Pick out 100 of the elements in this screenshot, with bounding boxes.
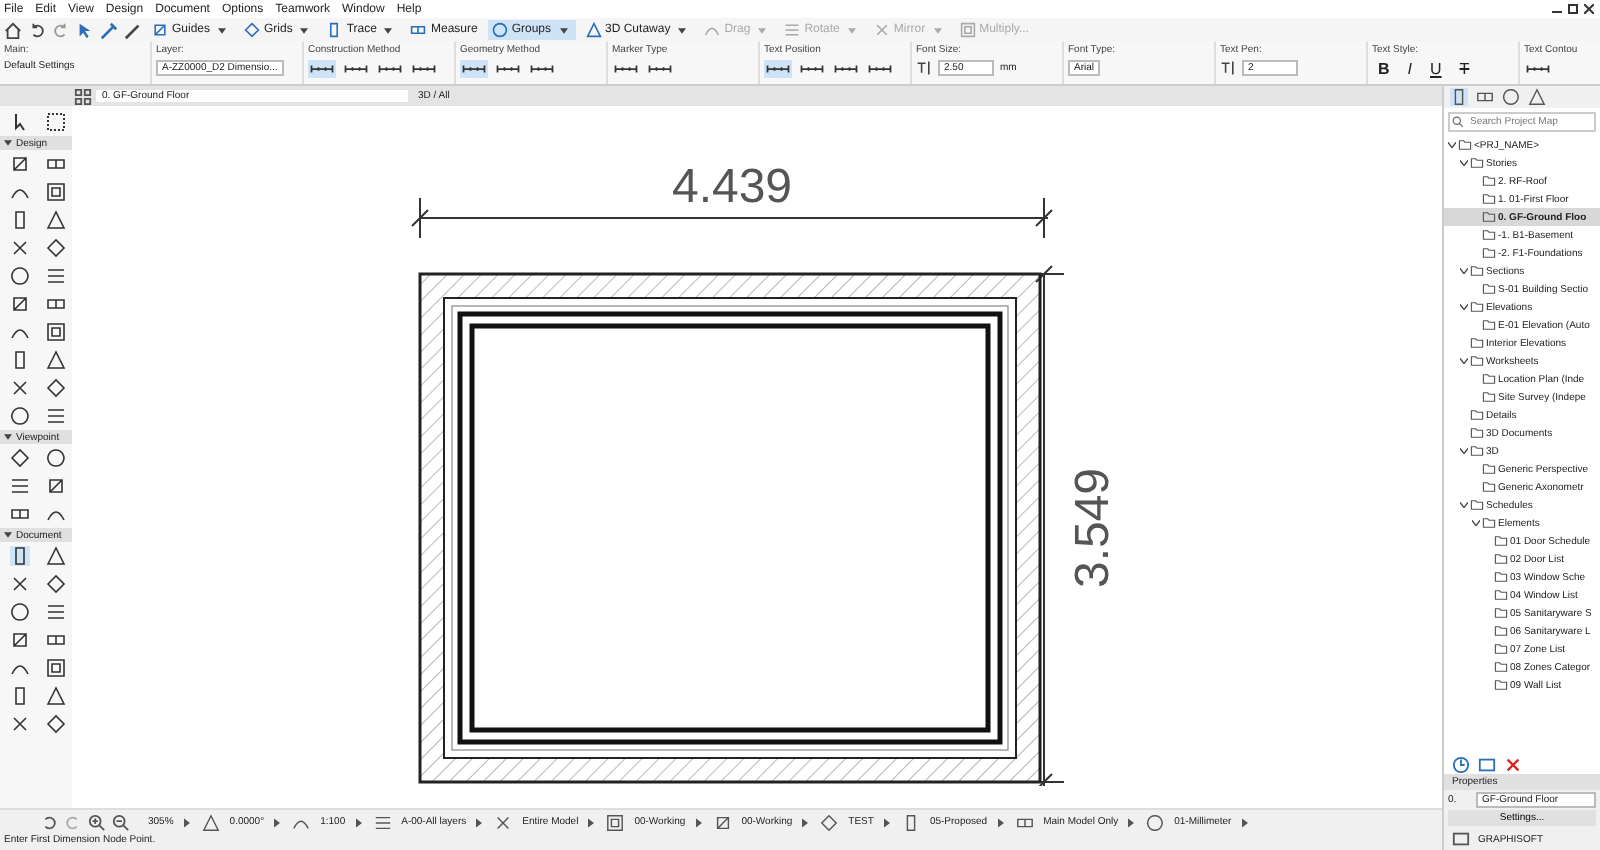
tool-icon[interactable] — [10, 504, 30, 524]
caret-icon — [1460, 304, 1468, 310]
tool-icon[interactable] — [46, 378, 66, 398]
status-icon — [901, 813, 920, 831]
option-icon[interactable] — [410, 60, 438, 78]
option-icon[interactable] — [646, 60, 674, 78]
tool-icon[interactable] — [46, 182, 66, 202]
tool-icon — [873, 22, 890, 38]
tool-icon[interactable] — [46, 210, 66, 230]
tool-icon[interactable] — [10, 406, 30, 426]
clock-icon[interactable] — [1452, 755, 1470, 773]
caret-icon — [1448, 142, 1456, 148]
tool-icon[interactable] — [10, 448, 30, 468]
status-icon — [1146, 813, 1165, 831]
tool-icon[interactable] — [46, 112, 66, 132]
option-icon[interactable] — [798, 60, 826, 78]
tool-icon — [326, 22, 343, 38]
option-icon[interactable] — [764, 60, 792, 78]
text-style-button[interactable]: U — [1424, 60, 1448, 78]
option-icon[interactable] — [460, 60, 488, 78]
option-icon[interactable] — [866, 60, 894, 78]
zoom-in-icon[interactable] — [88, 813, 106, 831]
tool-icon[interactable] — [46, 448, 66, 468]
tool-icon[interactable] — [46, 350, 66, 370]
close-icon[interactable] — [1584, 4, 1594, 14]
tool-icon[interactable] — [10, 154, 30, 174]
tool-icon[interactable] — [46, 476, 66, 496]
navigator-tab[interactable] — [1476, 88, 1494, 106]
option-icon[interactable] — [1524, 60, 1552, 78]
tool-icon[interactable] — [10, 378, 30, 398]
tool-icon[interactable] — [46, 658, 66, 678]
option-icon[interactable] — [376, 60, 404, 78]
grid-icon[interactable] — [74, 87, 92, 105]
undo-icon[interactable] — [28, 21, 46, 39]
navigator-tab[interactable] — [1502, 88, 1520, 106]
text-style-button[interactable]: B — [1372, 60, 1396, 78]
caret-icon — [384, 27, 393, 33]
delete-icon[interactable] — [1504, 755, 1522, 773]
tool-icon[interactable] — [46, 294, 66, 314]
tool-icon[interactable] — [10, 630, 30, 650]
window-icon — [1452, 830, 1470, 848]
home-icon[interactable] — [4, 21, 22, 39]
tool-icon[interactable] — [10, 350, 30, 370]
tool-icon[interactable] — [10, 546, 30, 566]
tool-icon[interactable] — [10, 238, 30, 258]
caret-icon — [300, 27, 309, 33]
option-icon[interactable] — [832, 60, 860, 78]
text-style-button[interactable]: I — [1401, 60, 1419, 78]
option-icon[interactable] — [494, 60, 522, 78]
caret-icon — [183, 817, 190, 827]
caret-icon — [588, 817, 595, 827]
tool-icon[interactable] — [10, 294, 30, 314]
option-icon[interactable] — [612, 60, 640, 78]
caret-icon — [1460, 160, 1468, 166]
tool-icon[interactable] — [46, 154, 66, 174]
text-style-button[interactable]: T — [1453, 60, 1476, 78]
window-icon[interactable] — [1478, 755, 1496, 773]
status-icon — [820, 813, 839, 831]
tool-icon[interactable] — [46, 322, 66, 342]
tool-icon — [959, 22, 976, 38]
tool-icon[interactable] — [46, 546, 66, 566]
tool-icon[interactable] — [10, 266, 30, 286]
tool-icon[interactable] — [10, 210, 30, 230]
caret-icon — [476, 817, 483, 827]
eyedropper-icon[interactable] — [100, 21, 118, 39]
tool-icon[interactable] — [10, 112, 30, 132]
tool-icon[interactable] — [46, 406, 66, 426]
caret-icon — [218, 27, 227, 33]
tool-icon[interactable] — [46, 602, 66, 622]
tool-icon[interactable] — [10, 602, 30, 622]
tool-icon[interactable] — [46, 574, 66, 594]
tool-icon[interactable] — [10, 686, 30, 706]
zoom-out-icon[interactable] — [112, 813, 130, 831]
tool-icon[interactable] — [46, 686, 66, 706]
size-icon — [916, 60, 932, 76]
maximize-icon[interactable] — [1568, 4, 1578, 14]
undo-icon[interactable] — [40, 813, 58, 831]
dimension-value: 4.439 — [671, 160, 793, 214]
tool-icon[interactable] — [46, 714, 66, 734]
navigator-tab[interactable] — [1450, 88, 1468, 106]
option-icon[interactable] — [308, 60, 336, 78]
navigator-tab[interactable] — [1528, 88, 1546, 106]
option-icon[interactable] — [528, 60, 556, 78]
caret-icon — [1128, 817, 1135, 827]
tool-icon[interactable] — [10, 714, 30, 734]
caret-icon — [4, 434, 12, 440]
tool-icon[interactable] — [46, 266, 66, 286]
caret-icon — [997, 817, 1004, 827]
option-icon[interactable] — [342, 60, 370, 78]
status-icon — [1015, 813, 1034, 831]
caret-icon — [758, 27, 767, 33]
tool-icon[interactable] — [46, 238, 66, 258]
caret-icon — [1472, 520, 1480, 526]
tool-icon[interactable] — [10, 476, 30, 496]
dimension-value: 3.549 — [1066, 467, 1120, 589]
cursor-icon[interactable] — [76, 21, 94, 39]
redo-icon[interactable] — [52, 21, 70, 39]
tool-icon[interactable] — [10, 574, 30, 594]
tool-icon[interactable] — [46, 630, 66, 650]
status-icon — [373, 813, 392, 831]
